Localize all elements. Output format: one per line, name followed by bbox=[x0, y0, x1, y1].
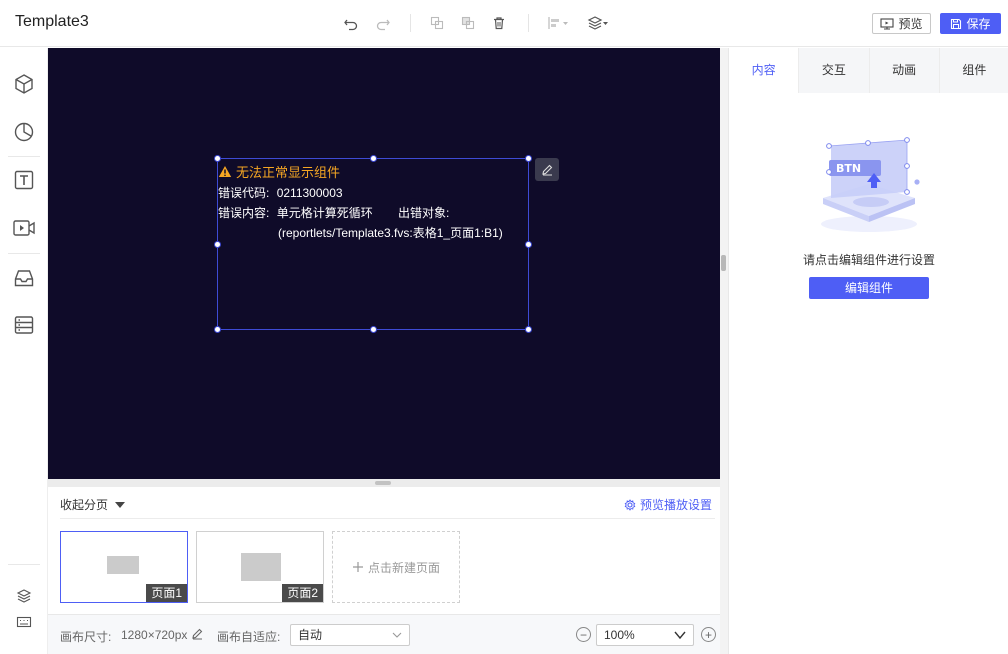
error-code-row: 错误代码: 0211300003 bbox=[218, 184, 343, 201]
page-thumbnail[interactable]: 页面1 bbox=[60, 531, 188, 603]
pencil-icon bbox=[541, 164, 552, 176]
redo-icon[interactable] bbox=[374, 14, 392, 32]
component-sidebar bbox=[0, 48, 48, 654]
error-content-value: 单元格计算死循环 bbox=[276, 206, 373, 220]
tab-interaction[interactable]: 交互 bbox=[798, 48, 868, 93]
pie-chart-icon[interactable] bbox=[12, 120, 36, 144]
save-button[interactable]: 保存 bbox=[940, 13, 1001, 34]
selected-widget[interactable]: 无法正常显示组件 错误代码: 0211300003 错误内容: 单元格计算死循环… bbox=[214, 155, 532, 333]
resize-handle[interactable] bbox=[370, 155, 377, 162]
canvas-size-label: 画布尺寸: bbox=[60, 630, 112, 644]
widget-edit-button[interactable] bbox=[535, 158, 559, 181]
error-title: 无法正常显示组件 bbox=[218, 162, 340, 181]
page-tag: 页面1 bbox=[146, 584, 187, 602]
resize-handle[interactable] bbox=[214, 326, 221, 333]
error-code-value: 0211300003 bbox=[276, 186, 343, 200]
tab-component[interactable]: 组件 bbox=[938, 48, 1008, 93]
pages-divider bbox=[60, 518, 715, 519]
zoom-in-icon[interactable]: + bbox=[701, 627, 716, 642]
delete-icon[interactable] bbox=[490, 14, 508, 32]
preview-playback-settings[interactable]: 预览播放设置 bbox=[624, 496, 712, 513]
copy-icon[interactable] bbox=[428, 14, 446, 32]
canvas-resize-strip[interactable] bbox=[48, 479, 720, 487]
preview-label: 预览 bbox=[898, 17, 923, 31]
property-panel: 内容 交互 动画 组件 BTN 请点击编辑组件进行设置 编辑组件 bbox=[728, 48, 1008, 654]
tab-content[interactable]: 内容 bbox=[729, 48, 799, 93]
canvas-size-value: 1280×720px bbox=[121, 628, 188, 642]
keyboard-icon[interactable] bbox=[12, 610, 36, 634]
video-icon[interactable] bbox=[12, 216, 36, 240]
resize-handle[interactable] bbox=[525, 155, 532, 162]
canvas-adapt-value: 自动 bbox=[298, 628, 323, 642]
gear-icon bbox=[624, 498, 636, 511]
app-title: Template3 bbox=[15, 13, 89, 30]
tab-animation[interactable]: 动画 bbox=[868, 48, 939, 93]
edit-hint: 请点击编辑组件进行设置 bbox=[802, 253, 935, 267]
sidebar-divider bbox=[8, 253, 40, 254]
3d-cube-icon[interactable] bbox=[12, 72, 36, 96]
list-icon[interactable] bbox=[12, 313, 36, 337]
page-thumbnail[interactable]: 页面2 bbox=[196, 531, 324, 603]
new-page-label: 点击新建页面 bbox=[367, 560, 440, 575]
error-content-label: 错误内容: bbox=[218, 206, 270, 220]
pages-panel: 收起分页 预览播放设置 页面1 页面2 点击新建页面 bbox=[48, 487, 720, 614]
error-title-text: 无法正常显示组件 bbox=[236, 165, 341, 180]
thumbnail-preview-shape bbox=[241, 553, 281, 581]
chevron-down-icon bbox=[392, 632, 402, 638]
undo-icon[interactable] bbox=[342, 14, 360, 32]
illustration-label: BTN bbox=[836, 162, 861, 175]
new-page-button[interactable]: 点击新建页面 bbox=[332, 531, 460, 603]
status-bar: 画布尺寸: 1280×720px 画布自适应: 自动 − 100% + bbox=[48, 614, 720, 654]
caret-down-icon bbox=[115, 501, 126, 508]
toolbar-divider bbox=[528, 14, 529, 32]
resize-handle[interactable] bbox=[214, 155, 221, 162]
property-tabs: 内容 交互 动画 组件 bbox=[729, 48, 1008, 93]
toolbar-divider bbox=[410, 14, 411, 32]
top-toolbar: Template3 预览 保存 bbox=[0, 0, 1008, 47]
zoom-value: 100% bbox=[604, 628, 635, 642]
canvas-size-edit-icon[interactable] bbox=[191, 627, 204, 643]
zoom-select[interactable]: 100% bbox=[596, 624, 694, 646]
save-label: 保存 bbox=[966, 17, 991, 31]
error-object-value: (reportlets/Template3.fvs:表格1_页面1:B1) bbox=[278, 226, 503, 240]
text-icon[interactable] bbox=[12, 168, 36, 192]
vertical-resize-grip[interactable] bbox=[721, 255, 726, 271]
align-icon[interactable] bbox=[547, 14, 571, 32]
resize-grip[interactable] bbox=[375, 481, 391, 485]
error-content-row: 错误内容: 单元格计算死循环 出错对象: bbox=[218, 204, 449, 221]
plus-icon bbox=[352, 562, 363, 572]
error-code-label: 错误代码: bbox=[218, 186, 270, 200]
preview-playback-label: 预览播放设置 bbox=[639, 498, 712, 512]
preview-button[interactable]: 预览 bbox=[872, 13, 931, 34]
resize-handle[interactable] bbox=[370, 326, 377, 333]
paste-icon[interactable] bbox=[459, 14, 477, 32]
collapse-pages-toggle[interactable]: 收起分页 bbox=[60, 496, 126, 513]
resize-handle[interactable] bbox=[214, 241, 221, 248]
resize-handle[interactable] bbox=[525, 326, 532, 333]
layers-icon[interactable] bbox=[12, 584, 36, 608]
warning-icon bbox=[218, 166, 232, 177]
monitor-icon bbox=[880, 17, 895, 30]
save-icon bbox=[951, 18, 962, 29]
collapse-pages-label: 收起分页 bbox=[60, 498, 109, 512]
panel-splitter[interactable] bbox=[720, 48, 728, 654]
resize-handle[interactable] bbox=[525, 241, 532, 248]
inbox-icon[interactable] bbox=[12, 266, 36, 290]
error-object-label: 出错对象: bbox=[398, 206, 450, 220]
button-illustration: BTN bbox=[821, 137, 920, 232]
thumbnail-preview-shape bbox=[107, 556, 139, 574]
edit-component-button[interactable]: 编辑组件 bbox=[809, 277, 929, 299]
sidebar-divider bbox=[8, 156, 40, 157]
sidebar-divider bbox=[8, 564, 40, 565]
page-tag: 页面2 bbox=[282, 584, 323, 602]
layers-icon[interactable] bbox=[587, 14, 611, 32]
chevron-down-icon bbox=[674, 631, 686, 640]
canvas-adapt-label: 画布自适应: bbox=[217, 630, 281, 644]
canvas-adapt-select[interactable]: 自动 bbox=[290, 624, 410, 646]
zoom-out-icon[interactable]: − bbox=[576, 627, 591, 642]
